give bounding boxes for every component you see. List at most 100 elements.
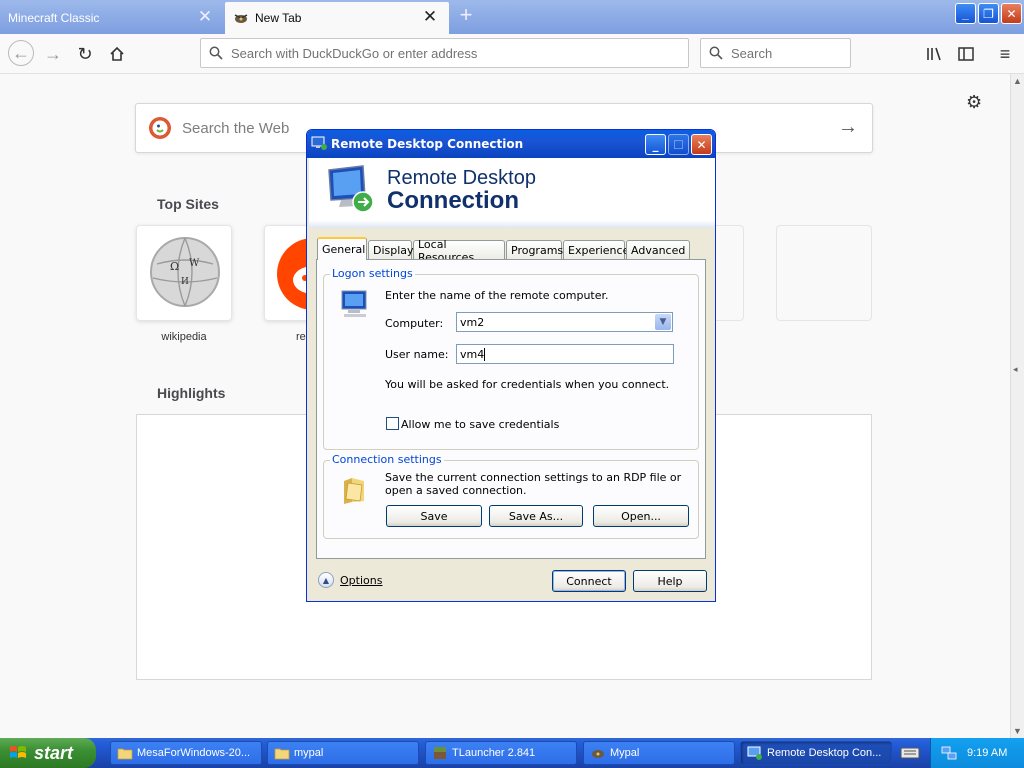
duckduckgo-logo-icon: [149, 117, 171, 139]
wikipedia-globe-icon: Ω W И: [150, 237, 220, 307]
network-computers-icon[interactable]: [941, 745, 957, 761]
monitor-connection-icon: [328, 165, 374, 213]
banner-line2: Connection: [387, 187, 519, 214]
search-bar[interactable]: Search: [700, 38, 851, 68]
dialog-banner: Remote Desktop Connection: [309, 158, 715, 220]
logon-settings-legend: Logon settings: [330, 267, 415, 280]
top-site-wikipedia[interactable]: Ω W И: [136, 225, 232, 321]
help-button[interactable]: Help: [633, 570, 707, 592]
hamburger-menu-icon[interactable]: ≡: [993, 42, 1017, 66]
new-tab-plus-icon[interactable]: +: [455, 4, 477, 28]
sidebar-icon[interactable]: [954, 42, 978, 66]
browser-tab-strip: Minecraft Classic ✕ New Tab ✕ + _ ❐ ✕: [0, 0, 1024, 34]
close-tab-icon[interactable]: ✕: [421, 8, 439, 26]
open-button[interactable]: Open...: [593, 505, 689, 527]
folder-icon: [274, 748, 290, 760]
tab-new-tab[interactable]: New Tab ✕: [225, 2, 449, 34]
folder-icon: [117, 748, 133, 760]
tab-local-resources[interactable]: Local Resources: [413, 238, 505, 264]
home-icon[interactable]: [105, 42, 129, 66]
rdp-app-icon: [311, 136, 327, 150]
connection-settings-legend: Connection settings: [330, 453, 444, 466]
banner-divider: [309, 220, 715, 228]
close-tab-icon[interactable]: ✕: [196, 8, 214, 26]
top-site-label: wikipedia: [161, 331, 207, 343]
close-window-icon[interactable]: ✕: [1001, 3, 1022, 24]
web-search-placeholder: Search the Web: [182, 119, 290, 137]
windows-taskbar: start MesaForWindows-20... mypal TLaunch…: [0, 738, 1024, 768]
forward-arrow-icon[interactable]: →: [41, 42, 65, 66]
connection-settings-group: Connection settings Save the current con…: [323, 453, 699, 539]
search-placeholder: Search: [731, 45, 773, 61]
search-icon: [709, 46, 723, 60]
dialog-titlebar[interactable]: Remote Desktop Connection _ ☐ ✕: [307, 130, 715, 158]
credentials-note: You will be asked for credentials when y…: [385, 378, 670, 391]
save-as-button[interactable]: Save As...: [489, 505, 583, 527]
svg-text:И: И: [181, 277, 189, 287]
tab-programs[interactable]: Programs: [506, 240, 563, 260]
computer-value: vm2: [460, 315, 485, 329]
save-credentials-checkbox[interactable]: [386, 417, 399, 430]
scroll-up-icon[interactable]: ▲: [1013, 76, 1022, 86]
close-icon[interactable]: ✕: [691, 134, 712, 155]
connect-button[interactable]: Connect: [552, 570, 626, 592]
taskbar-item-mypal-folder[interactable]: mypal: [267, 741, 419, 765]
windows-flag-icon: [10, 746, 26, 758]
dialog-title: Remote Desktop Connection: [331, 137, 524, 151]
connection-description: Save the current connection settings to …: [385, 471, 682, 497]
folder-icon: [344, 478, 364, 504]
back-arrow-icon[interactable]: ←: [8, 40, 34, 66]
svg-text:W: W: [189, 258, 200, 269]
tab-general[interactable]: General: [317, 237, 367, 260]
window-controls: _ ❐ ✕: [955, 3, 1022, 24]
username-input[interactable]: vm4: [456, 344, 674, 364]
minimize-icon[interactable]: _: [645, 134, 666, 155]
computer-icon: [341, 290, 367, 317]
tab-experience[interactable]: Experience: [563, 240, 629, 260]
keyboard-icon[interactable]: [900, 746, 920, 760]
top-site-empty[interactable]: [776, 225, 872, 321]
start-label: start: [34, 742, 74, 763]
tab-advanced[interactable]: Advanced: [626, 240, 690, 260]
taskbar-item-mypal-browser[interactable]: Mypal: [583, 741, 735, 765]
library-icon[interactable]: [922, 42, 946, 66]
username-label: User name:: [385, 348, 449, 361]
logon-settings-group: Logon settings Enter the name of the rem…: [323, 267, 699, 450]
remote-desktop-dialog: Remote Desktop Connection _ ☐ ✕ Remote D…: [306, 129, 716, 602]
minimize-icon[interactable]: _: [955, 3, 976, 24]
text-caret: [484, 347, 486, 361]
minecraft-block-icon: [434, 747, 446, 759]
clock[interactable]: 9:19 AM: [967, 747, 1007, 759]
tab-minecraft-classic[interactable]: Minecraft Classic ✕: [0, 2, 224, 34]
mypal-favicon-icon: [592, 750, 604, 758]
scroll-indicator-icon[interactable]: ◂: [1013, 364, 1018, 375]
address-placeholder: Search with DuckDuckGo or enter address: [231, 45, 478, 61]
arrow-right-icon[interactable]: →: [838, 116, 858, 139]
chevron-down-icon[interactable]: ▼: [655, 314, 671, 330]
scroll-down-icon[interactable]: ▼: [1013, 726, 1022, 736]
chevron-up-icon[interactable]: ▲: [318, 572, 334, 588]
rdp-app-icon: [747, 746, 762, 760]
restore-icon[interactable]: ❐: [978, 3, 999, 24]
reload-icon[interactable]: ↻: [73, 42, 97, 66]
maximize-icon: ☐: [668, 134, 689, 155]
gear-icon[interactable]: ⚙: [966, 92, 982, 113]
svg-text:Ω: Ω: [170, 260, 179, 273]
save-button[interactable]: Save: [386, 505, 482, 527]
start-button[interactable]: start: [0, 738, 96, 768]
tab-label: Minecraft Classic: [8, 11, 100, 25]
taskbar-item-remote-desktop[interactable]: Remote Desktop Con...: [740, 741, 892, 765]
page-scrollbar[interactable]: ▲ ◂ ▼: [1010, 74, 1024, 738]
highlights-title: Highlights: [157, 385, 226, 401]
tab-label: New Tab: [255, 11, 302, 25]
logon-instruction: Enter the name of the remote computer.: [385, 289, 609, 302]
save-credentials-label[interactable]: Allow me to save credentials: [401, 418, 559, 431]
navigation-toolbar: ← → ↻ Search with DuckDuckGo or enter ad…: [0, 34, 1024, 74]
options-toggle[interactable]: Options: [340, 574, 382, 587]
taskbar-item-mesa[interactable]: MesaForWindows-20...: [110, 741, 262, 765]
tab-display[interactable]: Display: [368, 240, 414, 260]
system-tray: 9:19 AM: [930, 738, 1024, 768]
address-bar[interactable]: Search with DuckDuckGo or enter address: [200, 38, 689, 68]
computer-combobox[interactable]: vm2 ▼: [456, 312, 673, 332]
taskbar-item-tlauncher[interactable]: TLauncher 2.841: [425, 741, 577, 765]
